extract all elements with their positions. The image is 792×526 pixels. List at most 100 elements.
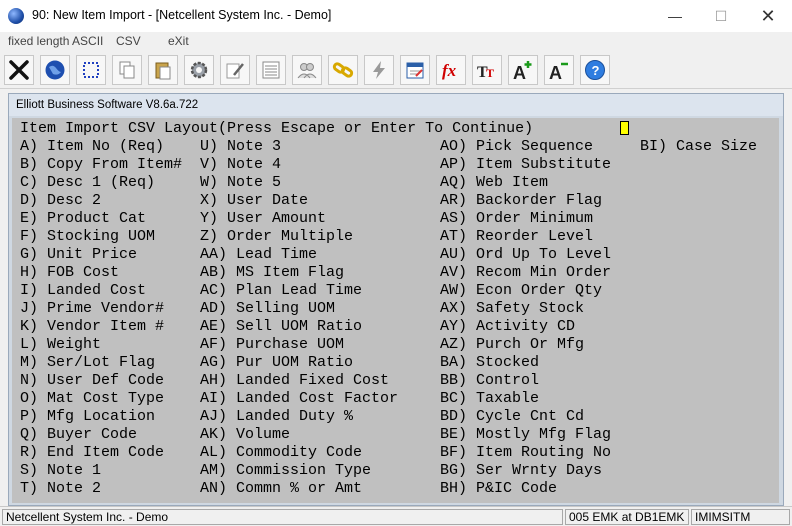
window-titlebar: 90: New Item Import - [Netcellent System… [0, 0, 792, 33]
chain-link-icon[interactable] [328, 55, 358, 85]
edit-note-icon[interactable] [220, 55, 250, 85]
minimize-button[interactable]: — [652, 0, 698, 32]
screen-option-col1: B) Copy From Item# [20, 156, 183, 173]
menu-exit[interactable]: eXit [168, 34, 189, 48]
screen-option-col1: I) Landed Cost [20, 282, 147, 299]
screen-option-col1: L) Weight [20, 336, 102, 353]
paste-icon[interactable] [148, 55, 178, 85]
screen-option-col2: AE) Sell UOM Ratio [200, 318, 363, 335]
screen-option-col1: K) Vendor Item # [20, 318, 165, 335]
select-region-icon[interactable] [76, 55, 106, 85]
font-tt-icon[interactable]: TT [472, 55, 502, 85]
status-user-db: 005 EMK at DB1EMK [565, 509, 689, 525]
window-title: 90: New Item Import - [Netcellent System… [32, 8, 332, 22]
lightning-icon[interactable] [364, 55, 394, 85]
screen-option-col1: G) Unit Price [20, 246, 138, 263]
inner-window: Elliott Business Software V8.6a.722 Item… [8, 93, 784, 506]
status-program: IMIMSITM [691, 509, 790, 525]
toolbar: fx TT A A ? [0, 52, 792, 89]
screen-option-col1: C) Desc 1 (Req) [20, 174, 156, 191]
screen-option-col3: BG) Ser Wrnty Days [440, 462, 603, 479]
screen-option-col2: AD) Selling UOM [200, 300, 336, 317]
close-button[interactable]: ✕ [745, 0, 791, 32]
screen-option-col3: AX) Safety Stock [440, 300, 585, 317]
screen-option-col2: AI) Landed Cost Factor [200, 390, 399, 407]
screen-option-col3: AT) Reorder Level [440, 228, 594, 245]
svg-text:A: A [513, 63, 526, 81]
screen-option-col1: O) Mat Cost Type [20, 390, 165, 407]
screen-option-col2: U) Note 3 [200, 138, 282, 155]
menu-exit-label: eXit [168, 34, 189, 48]
screen-option-col2: AJ) Landed Duty % [200, 408, 354, 425]
function-fx-icon[interactable]: fx [436, 55, 466, 85]
menu-fixed-length-ascii[interactable]: fixed length ASCII [8, 34, 103, 48]
menu-csv[interactable]: CSV [116, 34, 141, 48]
help-icon[interactable]: ? [580, 55, 610, 85]
screen-option-col2: AA) Lead Time [200, 246, 318, 263]
settings-gear-icon[interactable] [184, 55, 214, 85]
list-icon[interactable] [256, 55, 286, 85]
app-globe-icon [8, 8, 24, 24]
screen-option-col2: AK) Volume [200, 426, 291, 443]
menu-csv-label: CSV [116, 34, 141, 48]
screen-option-col3: BB) Control [440, 372, 540, 389]
screen-option-col1: D) Desc 2 [20, 192, 102, 209]
close-x-icon[interactable] [4, 55, 34, 85]
menu-bar: fixed length ASCII CSV eXit [0, 32, 792, 51]
screen-option-col2: AL) Commodity Code [200, 444, 363, 461]
screen-option-col3: AS) Order Minimum [440, 210, 594, 227]
inner-window-title: Elliott Business Software V8.6a.722 [9, 94, 783, 116]
terminal-screen: Item Import CSV Layout(Press Escape or E… [12, 118, 779, 503]
screen-option-col3: AY) Activity CD [440, 318, 576, 335]
svg-text:?: ? [592, 63, 600, 78]
users-icon[interactable] [292, 55, 322, 85]
screen-option-col1: M) Ser/Lot Flag [20, 354, 156, 371]
calendar-icon[interactable] [400, 55, 430, 85]
screen-option-col3: AZ) Purch Or Mfg [440, 336, 585, 353]
font-shrink-icon[interactable]: A [544, 55, 574, 85]
screen-option-col2: AH) Landed Fixed Cost [200, 372, 390, 389]
status-company: Netcellent System Inc. - Demo [2, 509, 563, 525]
screen-option-col3: BC) Taxable [440, 390, 540, 407]
screen-option-col1: S) Note 1 [20, 462, 102, 479]
screen-option-col2: Z) Order Multiple [200, 228, 354, 245]
screen-option-col1: R) End Item Code [20, 444, 165, 461]
screen-option-col1: Q) Buyer Code [20, 426, 138, 443]
globe-icon[interactable] [40, 55, 70, 85]
screen-option-col2: AB) MS Item Flag [200, 264, 345, 281]
screen-option-col2: AG) Pur UOM Ratio [200, 354, 354, 371]
screen-option-col1: T) Note 2 [20, 480, 102, 497]
screen-option-col3: AP) Item Substitute [440, 156, 612, 173]
screen-option-col1: F) Stocking UOM [20, 228, 156, 245]
screen-option-col1: A) Item No (Req) [20, 138, 165, 155]
menu-fixed-length-ascii-label: fixed length ASCII [8, 34, 104, 48]
svg-text:T: T [486, 66, 494, 80]
screen-option-col2: AC) Plan Lead Time [200, 282, 363, 299]
screen-option-col2: W) Note 5 [200, 174, 282, 191]
screen-option-col3: BE) Mostly Mfg Flag [440, 426, 612, 443]
screen-option-col4: BI) Case Size [640, 138, 758, 155]
screen-option-col1: E) Product Cat [20, 210, 147, 227]
screen-option-col2: AM) Commission Type [200, 462, 372, 479]
screen-option-col3: AW) Econ Order Qty [440, 282, 603, 299]
screen-option-col2: X) User Date [200, 192, 309, 209]
screen-option-col3: BD) Cycle Cnt Cd [440, 408, 585, 425]
screen-option-col2: AF) Purchase UOM [200, 336, 345, 353]
svg-text:fx: fx [442, 61, 457, 80]
screen-option-col2: V) Note 4 [200, 156, 282, 173]
screen-option-col1: J) Prime Vendor# [20, 300, 165, 317]
screen-option-col3: AR) Backorder Flag [440, 192, 603, 209]
screen-option-col2: AN) Commn % or Amt [200, 480, 363, 497]
screen-option-col3: AO) Pick Sequence [440, 138, 594, 155]
svg-text:A: A [549, 63, 562, 81]
font-grow-icon[interactable]: A [508, 55, 538, 85]
screen-option-col3: BA) Stocked [440, 354, 540, 371]
screen-option-col2: Y) User Amount [200, 210, 327, 227]
maximize-button[interactable]: ☐ [698, 0, 744, 32]
screen-option-col3: BF) Item Routing No [440, 444, 612, 461]
copy-icon[interactable] [112, 55, 142, 85]
status-bar: Netcellent System Inc. - Demo 005 EMK at… [0, 506, 792, 526]
screen-option-col3: AV) Recom Min Order [440, 264, 612, 281]
screen-option-col3: AQ) Web Item [440, 174, 549, 191]
screen-header: Item Import CSV Layout(Press Escape or E… [20, 120, 534, 137]
